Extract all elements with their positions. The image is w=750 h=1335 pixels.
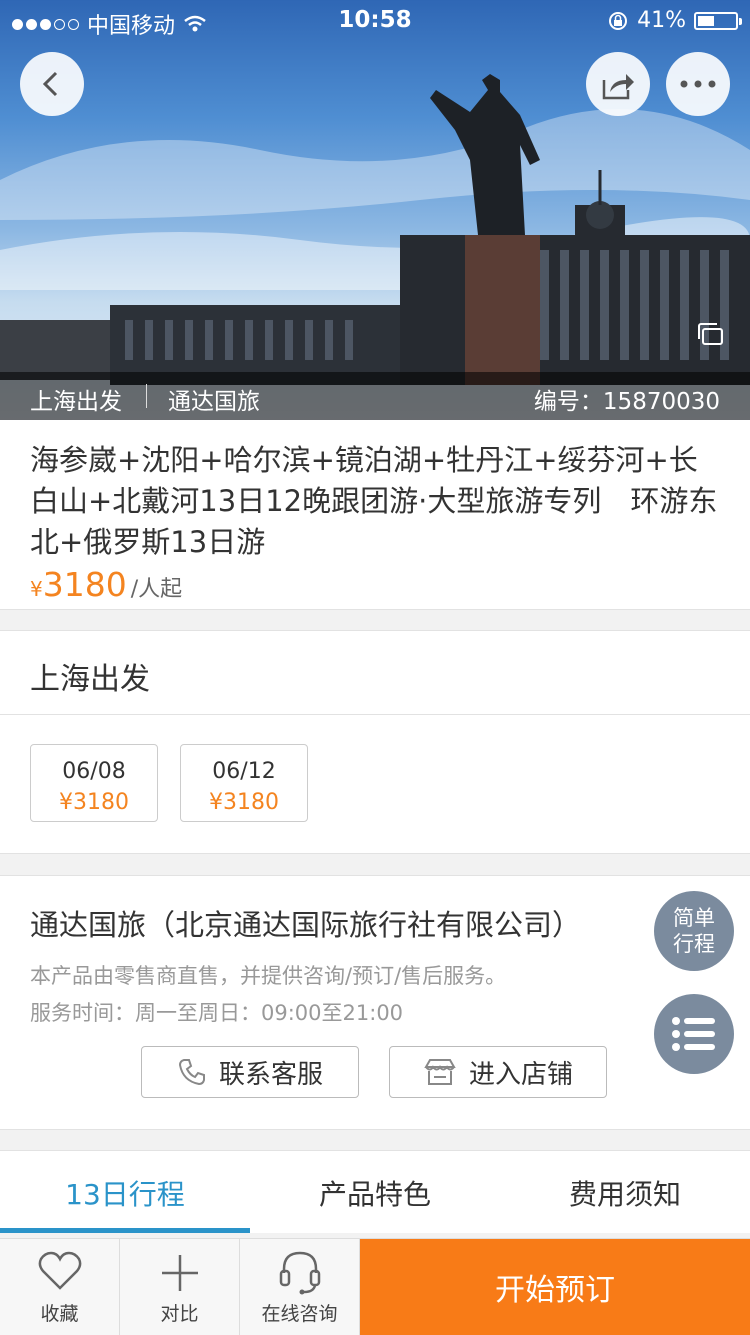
hero-info-bar: 上海出发 通达国旅 编号：15870030	[0, 372, 750, 420]
product-code-label: 编号：	[533, 389, 603, 415]
tab-bar: 13日行程 产品特色 费用须知	[0, 1151, 750, 1233]
tab-itinerary[interactable]: 13日行程	[0, 1173, 250, 1213]
back-button[interactable]	[20, 52, 84, 116]
date-label: 06/12	[212, 759, 276, 784]
catalog-button[interactable]	[654, 994, 734, 1074]
rotation-lock-icon	[609, 11, 628, 30]
chevron-left-icon	[42, 71, 58, 97]
product-price: ¥3180/人起	[30, 565, 182, 604]
status-bar: 中国移动 10:58 41%	[0, 0, 750, 40]
departure-city[interactable]: 上海出发	[30, 654, 150, 698]
compare-label: 对比	[160, 1303, 199, 1325]
phone-icon	[178, 1059, 205, 1086]
price-value: 3180	[42, 565, 127, 604]
more-icon	[680, 80, 716, 88]
gallery-icon[interactable]	[696, 322, 724, 346]
divider	[0, 1129, 750, 1130]
seller-name: 通达国旅（北京通达国际旅行社有限公司）	[30, 908, 582, 942]
divider	[0, 609, 750, 610]
battery-icon	[694, 11, 742, 30]
contact-service-button[interactable]: 联系客服	[141, 1046, 359, 1098]
hero-image[interactable]: 中国移动 10:58 41% 上海出发 通达国旅 编号：15870030	[0, 0, 750, 420]
store-icon	[424, 1059, 456, 1085]
hero-departure: 上海出发	[30, 389, 122, 415]
favorite-label: 收藏	[40, 1303, 79, 1325]
enter-store-button[interactable]: 进入店铺	[389, 1046, 607, 1098]
hero-agency: 通达国旅	[168, 389, 260, 415]
enter-store-label: 进入店铺	[468, 1059, 573, 1090]
active-tab-indicator	[0, 1228, 250, 1233]
date-price: ¥3180	[209, 790, 279, 815]
headset-icon	[279, 1251, 321, 1295]
simple-itinerary-line1: 简单	[673, 906, 715, 930]
currency-symbol: ¥	[30, 577, 43, 601]
divider	[0, 714, 750, 715]
online-consult-label: 在线咨询	[261, 1303, 338, 1325]
plus-icon	[162, 1255, 198, 1291]
start-booking-button[interactable]: 开始预订	[360, 1239, 750, 1335]
simple-itinerary-line2: 行程	[673, 932, 715, 956]
share-icon	[602, 74, 634, 100]
favorite-button[interactable]: 收藏	[0, 1239, 120, 1335]
tab-features[interactable]: 产品特色	[250, 1173, 500, 1213]
contact-service-label: 联系客服	[218, 1059, 323, 1090]
seller-description: 本产品由零售商直售，并提供咨询/预订/售后服务。	[30, 964, 507, 988]
date-option[interactable]: 06/12 ¥3180	[180, 744, 308, 822]
product-code-value: 15870030	[602, 389, 720, 415]
battery-percent: 41%	[637, 8, 686, 33]
divider	[146, 384, 147, 408]
product-code: 编号：15870030	[534, 382, 720, 416]
divider	[0, 630, 750, 631]
more-button[interactable]	[666, 52, 730, 116]
tab-fees[interactable]: 费用须知	[500, 1173, 750, 1213]
date-option[interactable]: 06/08 ¥3180	[30, 744, 158, 822]
date-price: ¥3180	[59, 790, 129, 815]
product-title: 海参崴+沈阳+哈尔滨+镜泊湖+牡丹江+绥芬河+长白山+北戴河13日12晚跟团游·…	[30, 443, 718, 559]
simple-itinerary-button[interactable]: 简单 行程	[654, 891, 734, 971]
share-button[interactable]	[586, 52, 650, 116]
heart-icon	[38, 1251, 82, 1290]
price-unit: /人起	[130, 577, 183, 602]
divider	[0, 853, 750, 854]
list-icon	[672, 1017, 715, 1051]
bottom-action-bar: 收藏 对比 在线咨询 开始预订	[0, 1238, 750, 1335]
online-consult-button[interactable]: 在线咨询	[240, 1239, 360, 1335]
divider	[0, 875, 750, 876]
compare-button[interactable]: 对比	[120, 1239, 240, 1335]
date-label: 06/08	[62, 759, 126, 784]
service-hours: 服务时间：周一至周日：09:00至21:00	[30, 1001, 404, 1025]
